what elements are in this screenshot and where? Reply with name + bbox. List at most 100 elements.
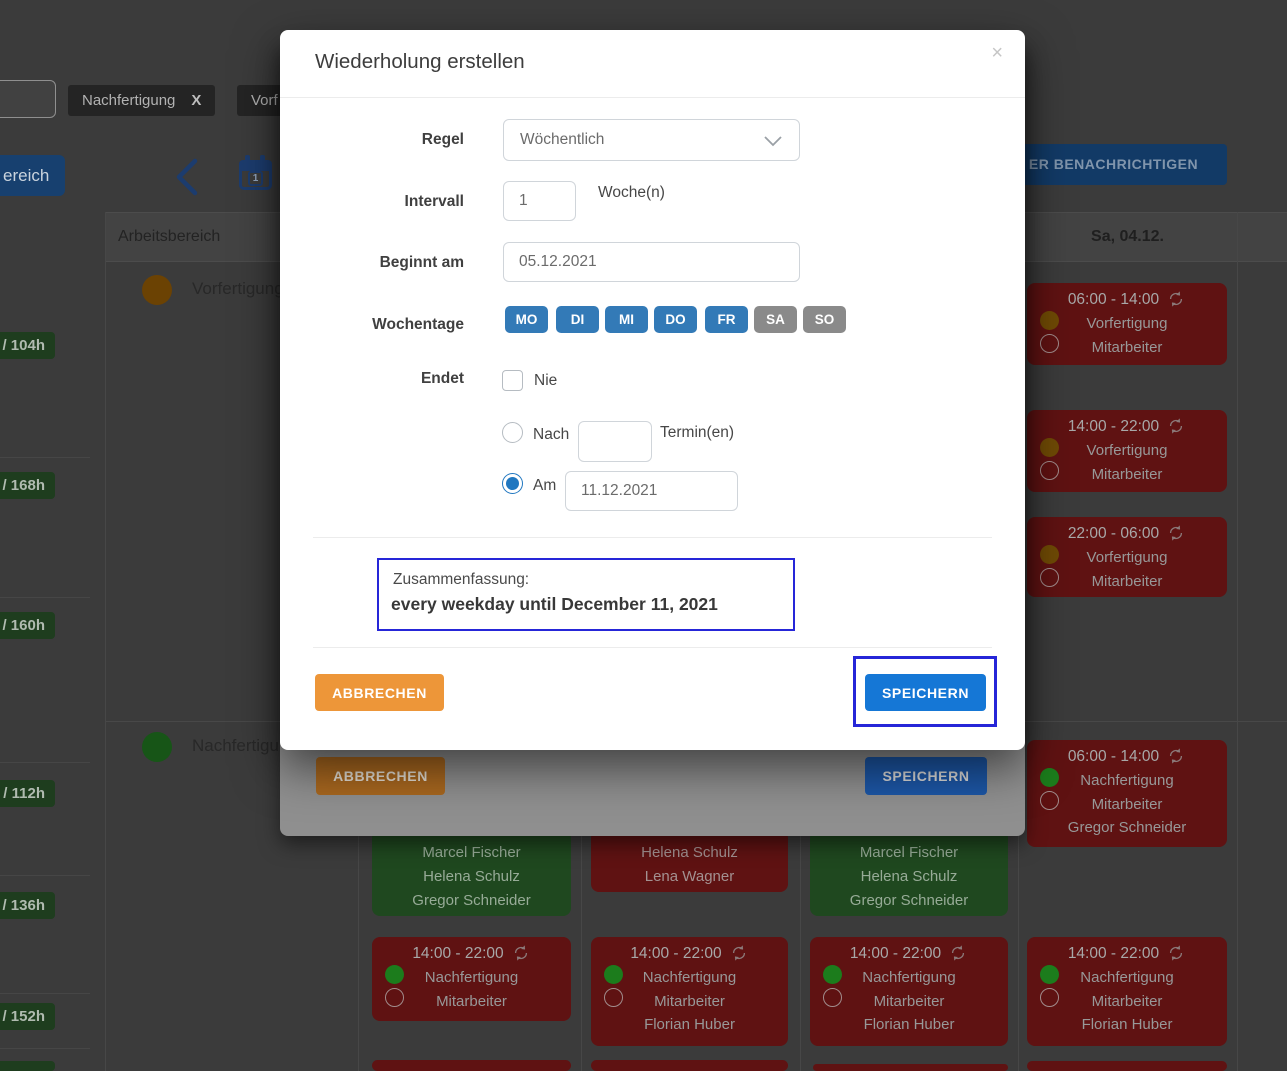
weekday-toggle-fr[interactable]: FR — [705, 306, 748, 333]
repeat-icon — [511, 943, 531, 963]
shift-card[interactable]: 14:00 - 22:00 Nachfertigung Mitarbeiter … — [1027, 937, 1227, 1046]
weekday-toggle-mi[interactable]: MI — [605, 306, 648, 333]
shift-card[interactable] — [813, 1064, 1008, 1071]
summary-annotation-box: Zusammenfassung: every weekday until Dec… — [377, 558, 795, 631]
rail-divider — [0, 875, 90, 876]
divider — [313, 537, 992, 538]
column-header-day: Sa, 04.12. — [1018, 228, 1237, 246]
open-slot-icon — [385, 988, 404, 1007]
rail-divider — [0, 597, 90, 598]
notify-employees-button[interactable]: ER BENACHRICHTIGEN — [1000, 144, 1227, 185]
open-slot-icon — [604, 988, 623, 1007]
repeat-dialog: Wiederholung erstellen × Regel Wöchentli… — [280, 30, 1025, 750]
shift-card[interactable]: 14:00 - 22:00 Nachfertigung Mitarbeiter … — [810, 937, 1008, 1046]
on-date-radio[interactable] — [502, 473, 523, 494]
column-header-area: Arbeitsbereich — [118, 228, 220, 246]
rail-divider — [0, 1048, 90, 1049]
area-dot-icon — [604, 965, 623, 984]
shift-time: 06:00 - 14:00 — [1027, 745, 1227, 769]
cancel-button[interactable]: ABBRECHEN — [316, 757, 445, 795]
hours-badge: / 104h — [0, 332, 55, 359]
chevron-left-icon[interactable] — [172, 157, 200, 197]
cancel-button[interactable]: ABBRECHEN — [315, 674, 444, 711]
grid-line — [1237, 212, 1238, 1071]
shift-card[interactable]: Helena Schulz Lena Wagner — [591, 830, 788, 892]
search-input[interactable] — [0, 80, 56, 118]
shift-time: 14:00 - 22:00 — [1027, 942, 1227, 966]
repeat-icon — [1166, 523, 1186, 543]
nachfertigung-color-dot-icon — [142, 732, 172, 762]
remove-filter-icon[interactable]: X — [191, 92, 201, 109]
shift-card[interactable] — [591, 1060, 788, 1071]
shift-person: Helena Schulz — [591, 835, 788, 865]
shift-card[interactable]: 06:00 - 14:00 Vorfertigung Mitarbeiter — [1027, 283, 1227, 365]
interval-unit-label: Woche(n) — [598, 184, 665, 202]
never-option-label: Nie — [534, 372, 557, 390]
after-radio[interactable] — [502, 422, 523, 443]
filter-chip-nachfertigung[interactable]: NachfertigungX — [68, 85, 215, 116]
calendar-day-icon[interactable]: 1 — [239, 155, 272, 193]
shift-person: Florian Huber — [810, 1013, 1008, 1037]
close-icon[interactable]: × — [991, 42, 1003, 65]
rail-divider — [0, 762, 90, 763]
shift-person: Marcel Fischer — [810, 841, 1008, 865]
shift-card[interactable] — [372, 1060, 571, 1071]
start-date-label: Beginnt am — [280, 254, 464, 272]
hours-badge: / 152h — [0, 1003, 55, 1030]
open-slot-icon — [1040, 568, 1059, 587]
end-date-input[interactable] — [565, 471, 738, 511]
open-slot-icon — [1040, 988, 1059, 1007]
shift-card[interactable]: 14:00 - 22:00 Nachfertigung Mitarbeiter … — [591, 937, 788, 1046]
open-slot-icon — [1040, 334, 1059, 353]
filter-chip-label: Vorf — [251, 92, 278, 109]
weekday-toggle-so[interactable]: SO — [803, 306, 846, 333]
divider — [280, 97, 1025, 98]
chevron-down-icon — [763, 135, 783, 147]
weekday-toggle-di[interactable]: DI — [556, 306, 599, 333]
hours-badge: / 112h — [0, 780, 55, 807]
hours-badge — [0, 1061, 55, 1071]
shift-card[interactable]: 14:00 - 22:00 Nachfertigung Mitarbeiter — [372, 937, 571, 1021]
vorfertigung-color-dot-icon — [142, 275, 172, 305]
shift-time: 14:00 - 22:00 — [372, 942, 571, 966]
open-slot-icon — [823, 988, 842, 1007]
calendar-day-number: 1 — [248, 171, 263, 186]
shift-card[interactable]: 06:00 - 14:00 Nachfertigung Mitarbeiter … — [1027, 740, 1227, 847]
filter-chip-vorfertigung[interactable]: Vorf — [237, 85, 285, 116]
area-dot-icon — [1040, 438, 1059, 457]
shift-person: Gregor Schneider — [1027, 816, 1227, 840]
shift-card[interactable]: Marcel Fischer Helena Schulz Gregor Schn… — [810, 830, 1008, 916]
weekday-toggle-mo[interactable]: MO — [505, 306, 548, 333]
weekday-toggle-sa[interactable]: SA — [754, 306, 797, 333]
start-date-input[interactable] — [503, 242, 800, 282]
never-checkbox[interactable] — [502, 370, 523, 391]
after-option-label: Nach — [533, 426, 569, 444]
shift-card[interactable]: Marcel Fischer Helena Schulz Gregor Schn… — [372, 830, 571, 916]
after-count-input[interactable] — [578, 421, 652, 462]
ends-label: Endet — [280, 370, 464, 388]
dialog-title: Wiederholung erstellen — [315, 50, 525, 74]
weekday-toggle-do[interactable]: DO — [654, 306, 697, 333]
hours-badge: / 136h — [0, 892, 55, 919]
after-unit-label: Termin(en) — [660, 424, 734, 442]
shift-card[interactable]: 22:00 - 06:00 Vorfertigung Mitarbeiter — [1027, 517, 1227, 597]
rail-divider — [0, 993, 90, 994]
save-button[interactable]: SPEICHERN — [865, 674, 986, 711]
grid-line — [105, 212, 106, 1071]
area-dot-icon — [1040, 965, 1059, 984]
rule-select[interactable]: Wöchentlich — [503, 119, 800, 161]
shift-time: 06:00 - 14:00 — [1027, 288, 1227, 312]
area-button[interactable]: ereich — [0, 155, 65, 196]
open-slot-icon — [1040, 791, 1059, 810]
divider — [313, 647, 992, 648]
shift-card[interactable]: 14:00 - 22:00 Vorfertigung Mitarbeiter — [1027, 410, 1227, 492]
save-button[interactable]: SPEICHERN — [865, 757, 987, 795]
shift-time: 14:00 - 22:00 — [810, 942, 1008, 966]
shift-person: Florian Huber — [1027, 1013, 1227, 1037]
repeat-icon — [1166, 289, 1186, 309]
summary-label: Zusammenfassung: — [393, 571, 529, 589]
shift-card[interactable] — [1027, 1061, 1227, 1071]
interval-input[interactable] — [503, 181, 576, 221]
open-slot-icon — [1040, 461, 1059, 480]
shift-time: 14:00 - 22:00 — [591, 942, 788, 966]
